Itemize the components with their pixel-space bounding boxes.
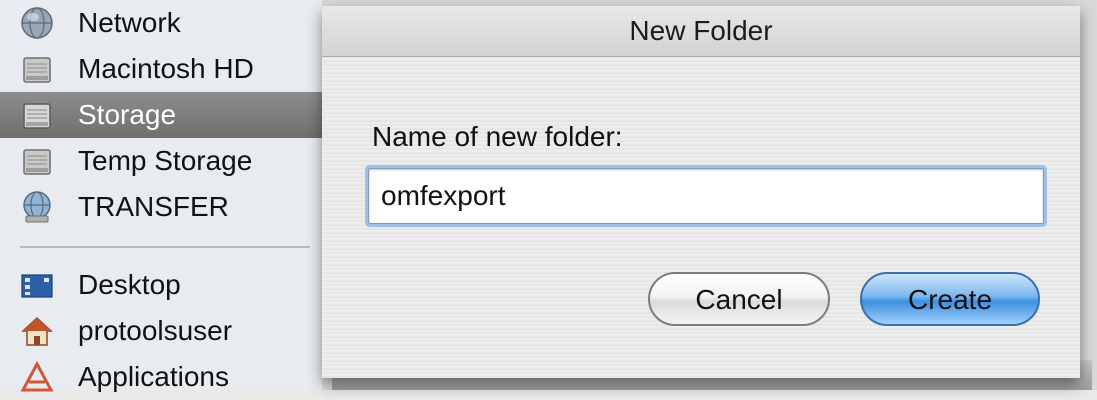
sidebar-item-protoolsuser[interactable]: protoolsuser xyxy=(0,308,330,354)
sidebar-item-transfer[interactable]: TRANSFER xyxy=(0,184,330,230)
sidebar-item-label: Desktop xyxy=(78,269,181,300)
sidebar-divider xyxy=(20,246,310,248)
folder-name-label: Name of new folder: xyxy=(372,121,623,152)
folder-name-input[interactable] xyxy=(368,168,1044,224)
network-volume-icon xyxy=(23,191,51,223)
new-folder-dialog: New Folder Name of new folder: Cancel Cr… xyxy=(322,6,1080,378)
finder-sidebar: Network Macintosh HD Storage Temp Storag… xyxy=(0,0,330,392)
sidebar-item-label: Applications xyxy=(78,361,229,392)
desktop-icon xyxy=(21,274,53,298)
create-button[interactable]: Create xyxy=(860,272,1040,326)
sidebar-item-label: Network xyxy=(78,7,181,38)
sidebar-item-macintosh-hd[interactable]: Macintosh HD xyxy=(0,46,330,92)
sidebar-item-applications[interactable]: Applications xyxy=(0,354,330,400)
sidebar-item-desktop[interactable]: Desktop xyxy=(0,262,330,308)
hard-drive-icon xyxy=(23,57,51,83)
sidebar-item-label: TRANSFER xyxy=(78,191,229,222)
dialog-title: New Folder xyxy=(629,15,773,46)
network-globe-icon xyxy=(21,7,53,39)
hard-drive-icon xyxy=(23,103,51,129)
sidebar-item-temp-storage[interactable]: Temp Storage xyxy=(0,138,330,184)
dialog-titlebar: New Folder xyxy=(322,6,1080,57)
sidebar-item-network[interactable]: Network xyxy=(0,0,330,46)
sidebar-item-label: Temp Storage xyxy=(78,145,253,176)
cancel-button[interactable]: Cancel xyxy=(648,272,830,326)
applications-icon xyxy=(20,360,54,392)
sidebar-item-label: Storage xyxy=(78,99,177,130)
sidebar-item-label: protoolsuser xyxy=(78,315,233,346)
sidebar-item-storage[interactable]: Storage xyxy=(0,92,330,138)
sidebar-item-label: Macintosh HD xyxy=(78,53,254,84)
home-icon xyxy=(21,316,53,346)
hard-drive-icon xyxy=(23,149,51,175)
